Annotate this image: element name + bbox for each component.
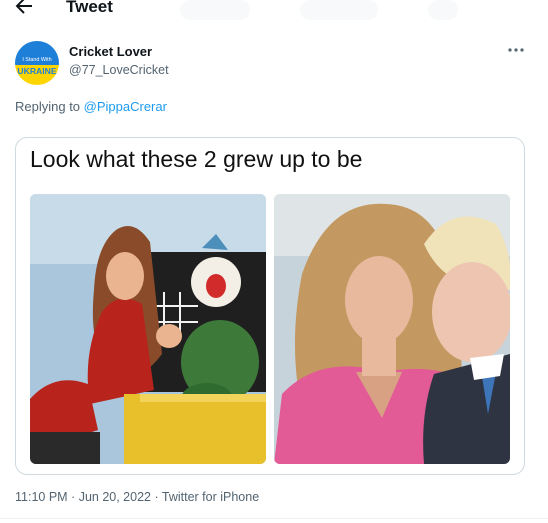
faded-nav-item [428, 0, 458, 20]
tweet-date[interactable]: Jun 20, 2022 [79, 490, 151, 504]
author-name[interactable]: Cricket Lover [69, 44, 152, 59]
avatar[interactable]: I Stand With UKRAINE [15, 41, 59, 85]
more-options-icon[interactable] [505, 40, 527, 60]
page-title: Tweet [66, 0, 113, 16]
photo-left[interactable] [30, 194, 266, 464]
faded-nav-item [180, 0, 250, 20]
tweet-client: Twitter for iPhone [161, 490, 260, 504]
photo-right[interactable] [274, 194, 510, 464]
author-handle[interactable]: @77_LoveCricket [69, 63, 169, 77]
arrow-left-icon[interactable] [12, 0, 36, 18]
replying-to: Replying to @PippaCrerar [15, 99, 167, 114]
meta-separator: · [67, 490, 79, 504]
divider [0, 518, 548, 519]
avatar-text-top: I Stand With [22, 57, 51, 63]
avatar-text-bottom: UKRAINE [17, 66, 56, 76]
meme-caption: Look what these 2 grew up to be [30, 146, 363, 172]
media-card[interactable]: Look what these 2 grew up to be [15, 137, 525, 475]
replying-prefix: Replying to [15, 99, 84, 114]
meta-separator: · [150, 490, 162, 504]
faded-nav-item [300, 0, 378, 20]
tweet-metadata: 11:10 PM · Jun 20, 2022 · Twitter for iP… [15, 490, 259, 504]
reply-mention-link[interactable]: @PippaCrerar [84, 99, 167, 114]
tweet-time[interactable]: 11:10 PM [15, 490, 68, 504]
top-bar: Tweet [0, 0, 548, 24]
